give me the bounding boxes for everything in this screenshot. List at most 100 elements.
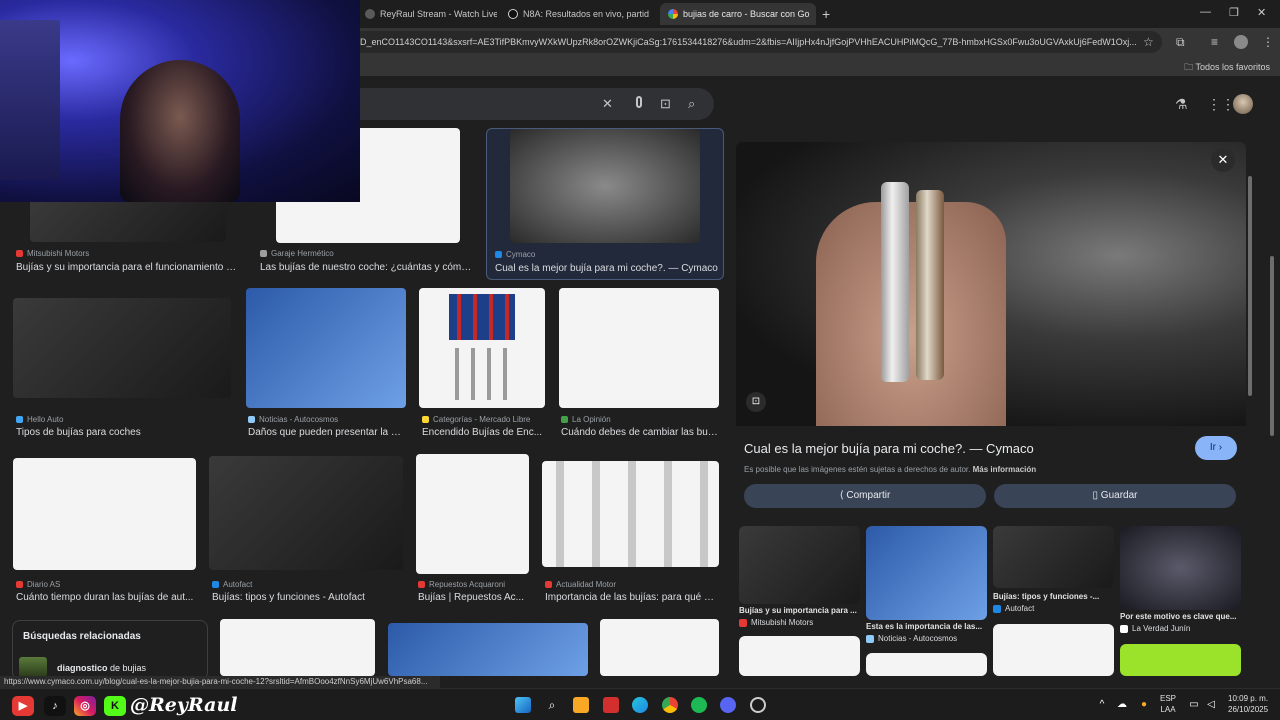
result-image[interactable] (419, 288, 545, 408)
bookmark-icon: ▯ (1092, 490, 1099, 501)
close-preview-button[interactable]: ✕ (1211, 148, 1235, 172)
tab-google-search[interactable]: bujias de carro - Buscar con Go ✕ (660, 3, 816, 25)
result-image[interactable] (388, 623, 588, 676)
related-source: Noticias - Autocosmos (866, 634, 957, 643)
result-title[interactable]: Bujías y su importancia para el funciona… (16, 262, 241, 273)
voice-search-icon[interactable] (636, 96, 642, 108)
related-image[interactable] (993, 526, 1114, 588)
result-image[interactable] (246, 288, 406, 408)
related-image[interactable] (993, 624, 1114, 676)
result-title[interactable]: Daños que pueden presentar la b... (248, 427, 403, 438)
result-image[interactable] (30, 196, 226, 242)
windows-start-icon[interactable] (515, 697, 531, 713)
result-title[interactable]: Bujías: tipos y funciones - Autofact (212, 592, 407, 603)
account-avatar[interactable] (1233, 94, 1253, 114)
search-icon[interactable]: ⌕ (688, 96, 695, 112)
file-explorer-icon[interactable] (573, 697, 589, 713)
lens-icon[interactable]: ⊡ (746, 392, 766, 412)
search-taskbar-icon[interactable]: ⌕ (544, 697, 560, 713)
save-button[interactable]: ▯ Guardar (994, 484, 1236, 508)
result-title[interactable]: Cuánto tiempo duran las bujías de aut... (16, 592, 196, 603)
result-title[interactable]: Importancia de las bujías: para qué si..… (545, 592, 715, 603)
new-tab-button[interactable]: + (822, 6, 830, 22)
microphone-icon[interactable]: ● (1136, 697, 1152, 713)
related-search-thumbnail[interactable] (19, 657, 47, 677)
input-language[interactable]: ESP LAA (1160, 693, 1176, 715)
result-image[interactable] (559, 288, 719, 408)
cloud-icon[interactable]: ☁ (1114, 697, 1130, 713)
share-icon: ⟨ (839, 490, 844, 501)
all-bookmarks-folder[interactable]: 🗀 Todos los favoritos (1184, 60, 1270, 76)
restore-icon[interactable]: ❐ (1229, 6, 1239, 19)
network-icon[interactable]: ▭ (1186, 697, 1202, 713)
tab-close-icon[interactable]: ✕ (810, 9, 817, 20)
visit-button[interactable]: Ir › (1195, 436, 1237, 460)
source-favicon-icon (545, 581, 552, 588)
copyright-notice: Es posible que las imágenes estén sujeta… (744, 465, 1037, 474)
system-clock[interactable]: 10:09 p. m. 26/10/2025 (1228, 693, 1268, 715)
tray-chevron-icon[interactable]: ^ (1094, 697, 1110, 713)
result-image[interactable] (13, 458, 196, 570)
spotify-icon[interactable] (691, 697, 707, 713)
source-favicon-icon (993, 604, 1001, 613)
related-image[interactable] (739, 526, 860, 604)
kick-icon: K (104, 696, 126, 716)
related-image[interactable] (1120, 526, 1241, 610)
discord-icon[interactable] (720, 697, 736, 713)
profile-icon[interactable] (1234, 35, 1248, 49)
related-search-link[interactable]: diagnostico de bujias (57, 663, 146, 673)
tab-n8a-results[interactable]: N8A: Resultados en vivo, partid ✕ (500, 3, 656, 25)
minimize-icon[interactable]: — (1200, 6, 1211, 18)
window-close-icon[interactable]: ✕ (1257, 6, 1266, 19)
preview-image[interactable] (736, 142, 1246, 426)
share-button[interactable]: ⟨ Compartir (744, 484, 986, 508)
related-image[interactable] (866, 526, 987, 620)
result-image[interactable] (510, 129, 700, 243)
related-image[interactable] (739, 636, 860, 676)
related-image[interactable] (866, 653, 987, 676)
related-searches-heading: Búsquedas relacionadas (23, 631, 141, 642)
result-title[interactable]: Cual es la mejor bujía para mi coche?. —… (495, 263, 721, 274)
page-scrollbar[interactable] (1270, 256, 1274, 436)
media-app-icon[interactable] (603, 697, 619, 713)
related-image[interactable] (1120, 644, 1241, 676)
tab-close-icon[interactable]: ✕ (649, 9, 656, 20)
hand-shape (816, 202, 1006, 426)
folder-icon: 🗀 (1184, 62, 1194, 72)
clear-search-icon[interactable]: ✕ (602, 96, 613, 112)
source-favicon-icon (739, 618, 747, 627)
result-image[interactable] (600, 619, 719, 676)
volume-icon[interactable]: ◁ (1203, 697, 1219, 713)
windows-taskbar: ▶ ♪ ◎ K @ReyRaul ⌕ ^ ☁ ● ESP LAA ▭ ◁ 10:0… (0, 688, 1280, 720)
lens-search-icon[interactable]: ⊡ (660, 96, 671, 112)
result-title[interactable]: Cuándo debes de cambiar las bují... (561, 427, 719, 438)
tab-reyraul-stream[interactable]: ReyRaul Stream - Watch Live o ✕ (357, 3, 497, 25)
labs-flask-icon[interactable]: ⚗ (1175, 96, 1188, 113)
result-title[interactable]: Tipos de bujías para coches (16, 427, 226, 438)
result-source: Noticias - Autocosmos (248, 415, 338, 424)
result-image[interactable] (209, 456, 403, 570)
result-image[interactable] (542, 461, 719, 567)
result-title[interactable]: Encendido Bujías de Enc... (422, 427, 547, 438)
preview-title[interactable]: Cual es la mejor bujía para mi coche?. —… (744, 441, 1034, 456)
result-image[interactable] (220, 619, 375, 676)
chrome-icon[interactable] (662, 697, 678, 713)
result-image[interactable] (13, 298, 231, 398)
image-preview-panel: ✕ ⊡ Cual es la mejor bujía para mi coche… (730, 136, 1256, 676)
panel-scrollbar[interactable] (1248, 176, 1252, 396)
source-favicon-icon (866, 634, 874, 643)
media-controls-icon[interactable]: ≡ (1211, 35, 1218, 49)
obs-icon[interactable] (750, 697, 766, 713)
apps-grid-icon[interactable]: ⋮⋮ (1207, 96, 1235, 113)
result-title[interactable]: Bujías | Repuestos Ac... (418, 592, 533, 603)
source-favicon-icon (561, 416, 568, 423)
address-bar[interactable]: D_enCO1143CO1143&sxsrf=AE3TifPBKmvyWXkWU… (352, 31, 1162, 53)
extensions-icon[interactable]: ⧉ (1176, 35, 1185, 50)
more-info-link[interactable]: Más información (973, 465, 1037, 474)
menu-kebab-icon[interactable]: ⋮ (1262, 35, 1274, 49)
selected-result-card[interactable]: Cymaco Cual es la mejor bujía para mi co… (486, 128, 724, 280)
bookmark-star-icon[interactable]: ☆ (1143, 35, 1154, 49)
result-image[interactable] (416, 454, 529, 574)
edge-icon[interactable] (632, 697, 648, 713)
result-title[interactable]: Las bujías de nuestro coche: ¿cuántas y … (260, 262, 474, 273)
